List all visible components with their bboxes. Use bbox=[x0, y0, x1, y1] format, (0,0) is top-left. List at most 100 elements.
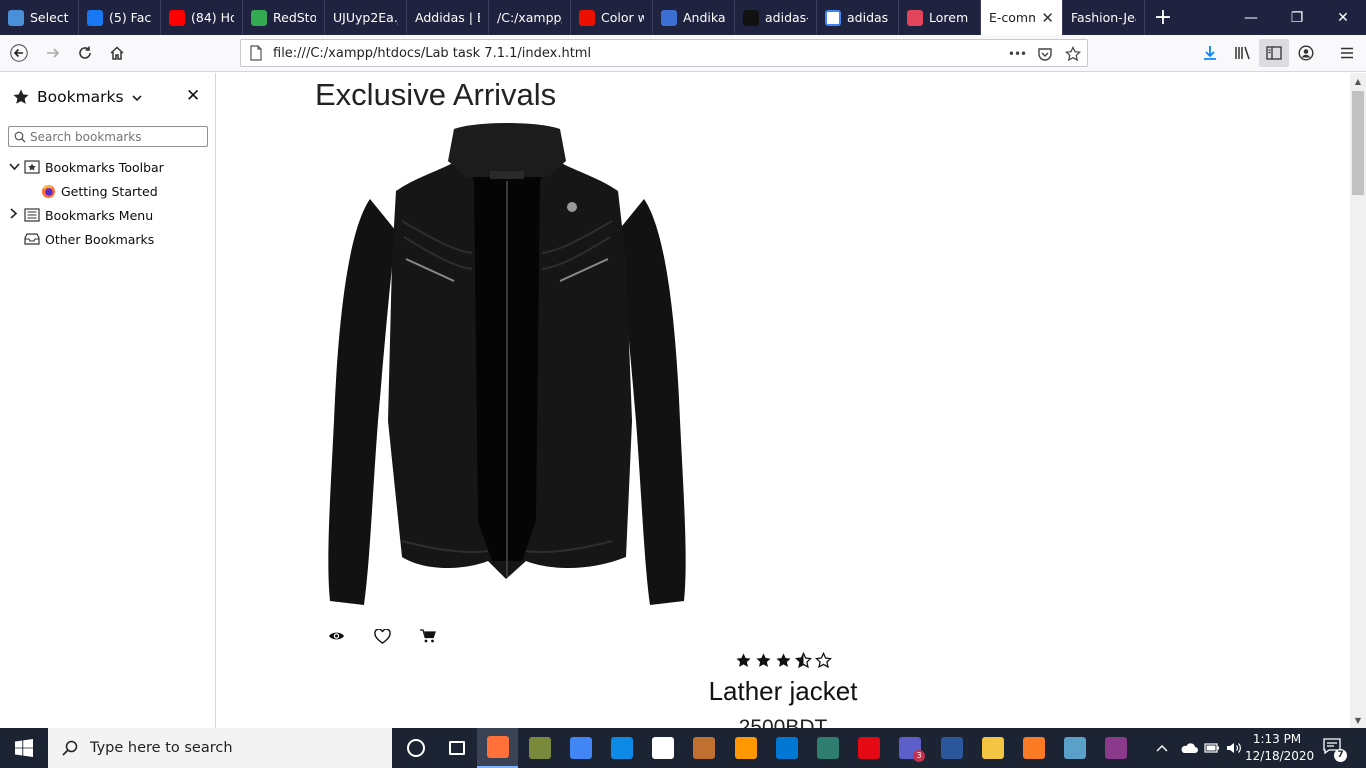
taskbar-app-tool[interactable] bbox=[683, 728, 724, 768]
address-bar[interactable]: file:///C:/xampp/htdocs/Lab task 7.1.1/i… bbox=[240, 39, 1088, 67]
browser-tab[interactable]: /C:/xampp/ bbox=[489, 0, 571, 35]
bookmark-star-icon[interactable] bbox=[1063, 44, 1083, 64]
action-center-button[interactable]: 7 bbox=[1323, 738, 1347, 762]
winrar-icon bbox=[1104, 737, 1127, 759]
edge-icon bbox=[610, 737, 633, 759]
browser-tab[interactable]: RedSto bbox=[243, 0, 325, 35]
tree-item-label: Getting Started bbox=[61, 183, 158, 199]
youtube-icon bbox=[169, 9, 185, 26]
scroll-up-arrow-icon[interactable]: ▲ bbox=[1350, 73, 1366, 89]
browser-tab[interactable]: Lorem I bbox=[899, 0, 981, 35]
tab-label: (5) Face bbox=[109, 10, 152, 25]
browser-tab[interactable]: adidas bbox=[817, 0, 899, 35]
collapsed-twisty-icon[interactable] bbox=[6, 208, 22, 222]
sidebar-title[interactable]: Bookmarks bbox=[37, 88, 142, 106]
sidebar-close-button[interactable]: ✕ bbox=[186, 86, 200, 106]
tree-item-label: Other Bookmarks bbox=[45, 231, 155, 247]
browser-tab[interactable]: adidas- bbox=[735, 0, 817, 35]
taskbar-app-store[interactable] bbox=[642, 728, 683, 768]
tree-item-getting-started[interactable]: Getting Started bbox=[22, 181, 158, 201]
notification-count-badge: 7 bbox=[1334, 749, 1347, 762]
taskbar-app-sublime[interactable] bbox=[725, 728, 766, 768]
browser-tab[interactable]: Color w bbox=[571, 0, 653, 35]
taskbar-app-file-explorer[interactable] bbox=[972, 728, 1013, 768]
taskbar-app-git[interactable] bbox=[519, 728, 560, 768]
taskbar-app-firefox[interactable] bbox=[477, 728, 518, 768]
restore-button[interactable]: ❐ bbox=[1274, 0, 1320, 35]
volume-icon[interactable] bbox=[1226, 741, 1242, 755]
start-button[interactable] bbox=[0, 728, 48, 768]
taskbar-app-netflix[interactable] bbox=[848, 728, 889, 768]
search-bookmarks-input[interactable] bbox=[30, 129, 200, 144]
tree-item-bookmarks-menu[interactable]: Bookmarks Menu bbox=[6, 205, 153, 225]
taskbar-app-chrome[interactable] bbox=[560, 728, 601, 768]
taskbar-app-mail[interactable] bbox=[766, 728, 807, 768]
page-actions-icon[interactable]: ••• bbox=[1007, 44, 1027, 64]
taskbar-app-teams[interactable]: 3 bbox=[889, 728, 930, 768]
forward-button[interactable] bbox=[38, 39, 68, 67]
taskbar-app-task-view[interactable] bbox=[436, 728, 477, 768]
taskbar-app-winrar[interactable] bbox=[1095, 728, 1136, 768]
battery-icon[interactable] bbox=[1204, 742, 1220, 754]
taskbar-app-word[interactable] bbox=[931, 728, 972, 768]
tree-item-other-bookmarks[interactable]: Other Bookmarks bbox=[6, 229, 154, 249]
taskbar-app-notepad[interactable] bbox=[1054, 728, 1095, 768]
taskbar-app-edge[interactable] bbox=[601, 728, 642, 768]
taskbar-search-box[interactable]: Type here to search bbox=[48, 728, 392, 768]
tab-label: E-comm bbox=[989, 10, 1036, 25]
product-rating bbox=[735, 652, 832, 669]
star-full-icon bbox=[736, 653, 751, 667]
browser-tab[interactable]: Addidas | E bbox=[407, 0, 489, 35]
chevron-down-icon bbox=[131, 95, 142, 102]
product-image-leather-jacket[interactable] bbox=[326, 121, 688, 613]
taskbar-app-xampp[interactable] bbox=[1013, 728, 1054, 768]
scroll-down-arrow-icon[interactable]: ▼ bbox=[1350, 712, 1366, 728]
bookmarks-search-box[interactable] bbox=[8, 126, 208, 147]
system-clock[interactable]: 1:13 PM 12/18/2020 bbox=[1245, 731, 1314, 765]
menu-button[interactable] bbox=[1332, 39, 1362, 67]
page-icon bbox=[250, 45, 262, 61]
tab-label: (84) Ho bbox=[191, 10, 234, 25]
cortana-icon bbox=[406, 739, 425, 757]
browser-tab[interactable]: Select bbox=[0, 0, 79, 35]
tab-close-icon[interactable]: ✕ bbox=[1041, 9, 1054, 27]
sidebar-title-label: Bookmarks bbox=[37, 88, 124, 106]
pocket-icon[interactable] bbox=[1035, 44, 1055, 64]
browser-tab[interactable]: UJUyp2Ea.jp bbox=[325, 0, 407, 35]
close-window-button[interactable]: ✕ bbox=[1320, 0, 1366, 35]
vertical-scrollbar[interactable]: ▲ ▼ bbox=[1350, 73, 1366, 728]
netflix-icon bbox=[857, 737, 880, 759]
home-icon bbox=[110, 46, 124, 60]
scrollbar-thumb[interactable] bbox=[1352, 91, 1364, 195]
back-button[interactable] bbox=[4, 39, 34, 67]
tab-label: adidas- bbox=[765, 10, 808, 25]
minimize-button[interactable]: — bbox=[1228, 0, 1274, 35]
account-button[interactable] bbox=[1291, 39, 1321, 67]
word-icon bbox=[940, 737, 963, 759]
product-name: Lather jacket bbox=[708, 676, 858, 706]
chevron-up-icon[interactable] bbox=[1156, 744, 1168, 752]
bookmarks-toolbar-icon bbox=[24, 159, 40, 175]
taskbar-app-cortana[interactable] bbox=[395, 728, 436, 768]
browser-tab[interactable]: E-comm ✕ bbox=[981, 0, 1063, 35]
browser-tab[interactable]: (84) Ho bbox=[161, 0, 243, 35]
view-eye-icon[interactable] bbox=[326, 626, 346, 646]
downloads-button[interactable] bbox=[1195, 39, 1225, 67]
library-button[interactable] bbox=[1228, 39, 1258, 67]
tree-item-bookmarks-toolbar[interactable]: Bookmarks Toolbar bbox=[6, 157, 164, 177]
sidebar-toggle-button[interactable] bbox=[1259, 39, 1289, 67]
new-tab-button[interactable]: + bbox=[1145, 0, 1181, 35]
taskbar-app-adobe-edge[interactable] bbox=[807, 728, 848, 768]
url-text[interactable]: file:///C:/xampp/htdocs/Lab task 7.1.1/i… bbox=[273, 46, 591, 61]
cart-icon[interactable] bbox=[418, 626, 438, 646]
browser-tab[interactable]: Andika bbox=[653, 0, 735, 35]
tab-label: Lorem I bbox=[929, 10, 972, 25]
onedrive-cloud-icon[interactable] bbox=[1180, 742, 1198, 754]
expanded-twisty-icon[interactable] bbox=[6, 160, 22, 174]
star-empty-icon bbox=[815, 652, 832, 669]
browser-tab[interactable]: (5) Face bbox=[79, 0, 161, 35]
home-button[interactable] bbox=[102, 39, 132, 67]
browser-tab[interactable]: Fashion-Jea bbox=[1063, 0, 1145, 35]
reload-button[interactable] bbox=[70, 39, 100, 67]
wishlist-heart-icon[interactable] bbox=[372, 626, 392, 646]
